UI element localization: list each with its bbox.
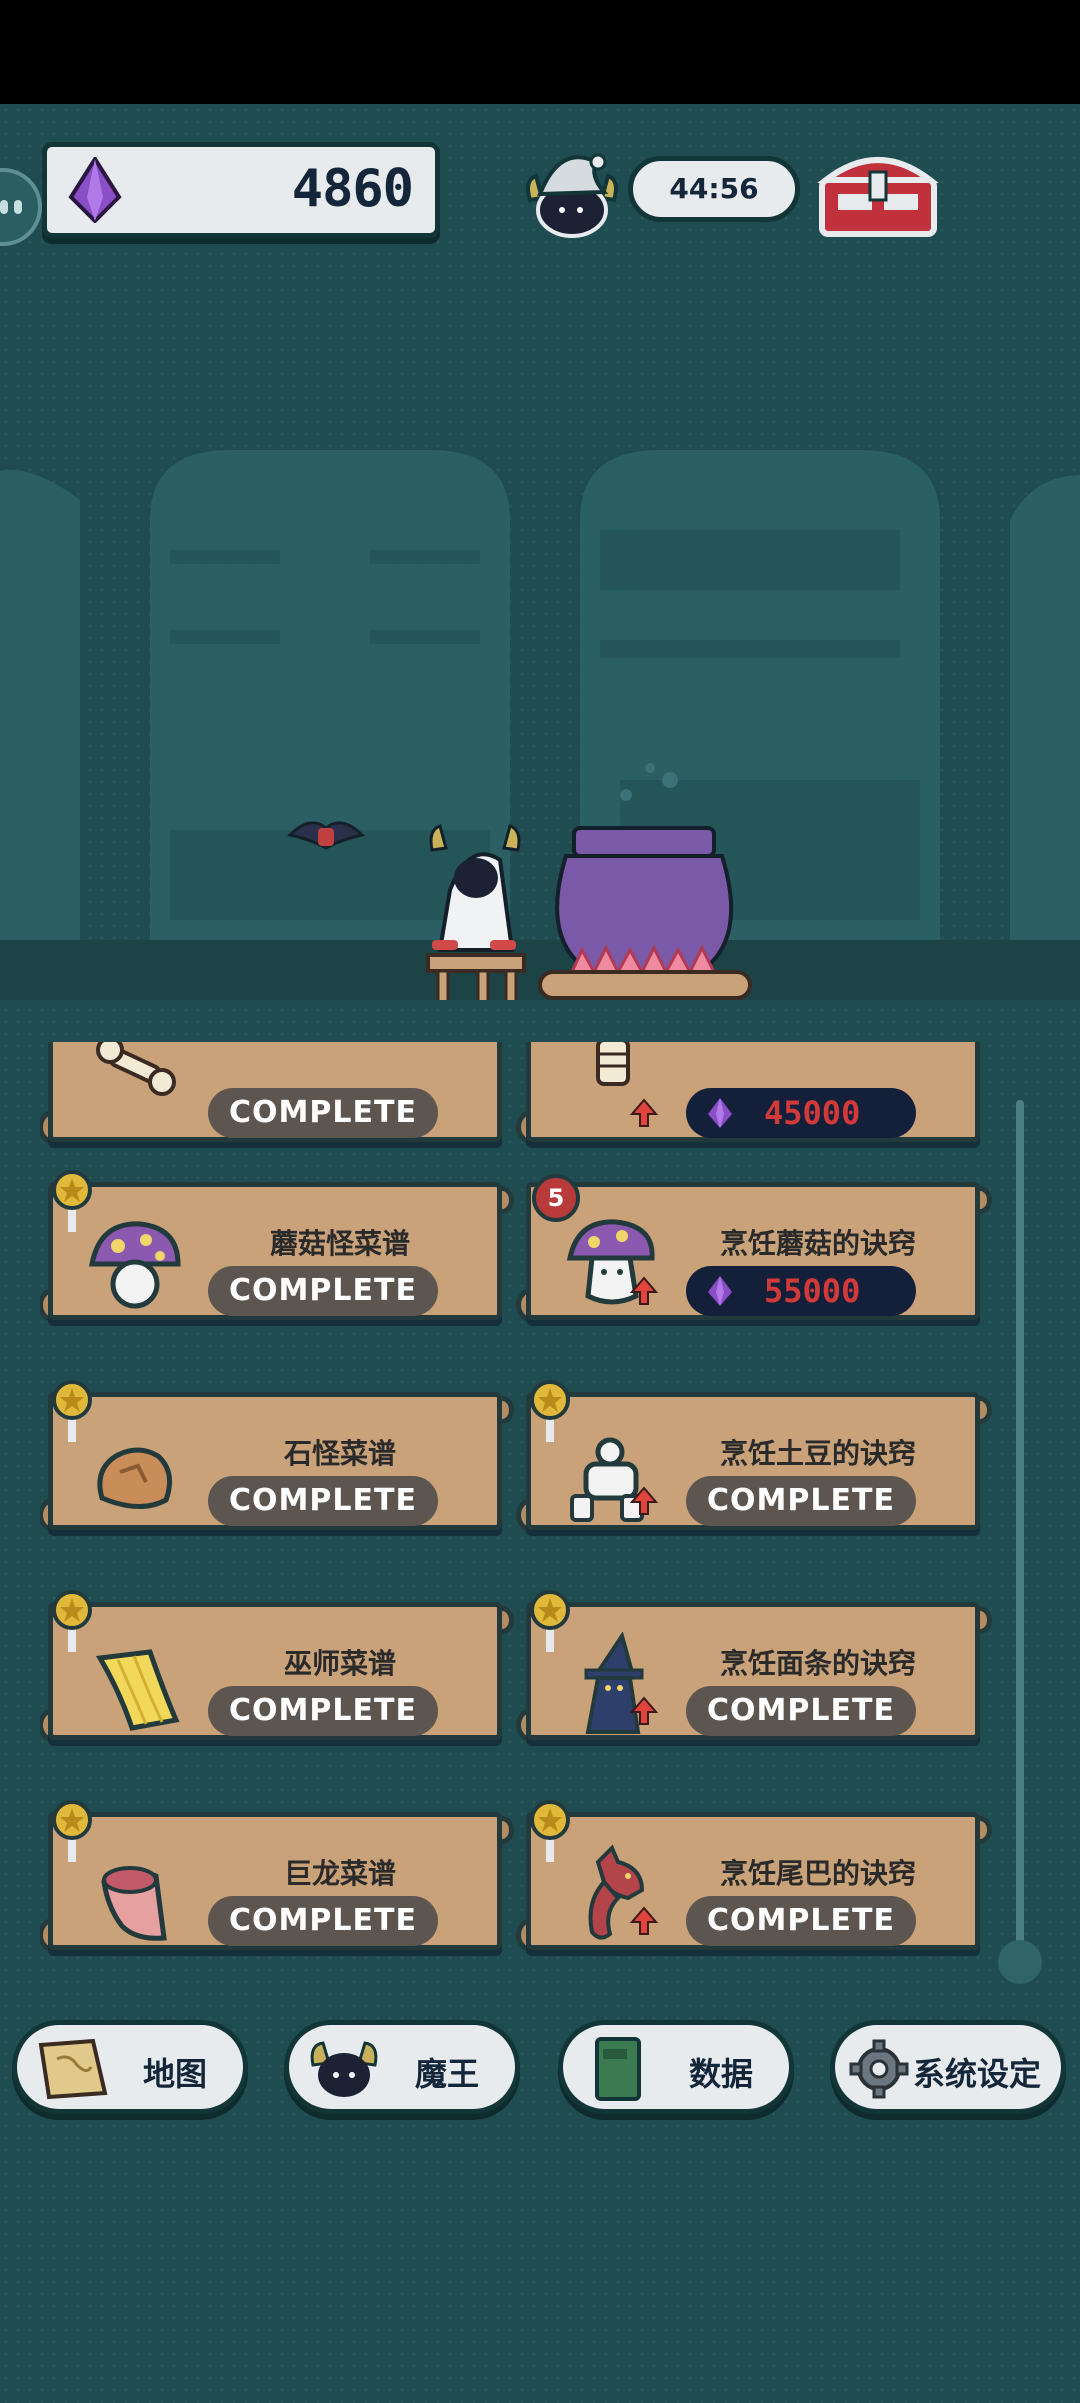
quest-title: 烹饪面条的诀窍 [719,1647,916,1680]
upgrade-arrow-icon [630,1696,658,1725]
quest-list[interactable]: COMPLETE 45000 蘑菇怪菜谱 COMPLETE 5 烹饪蘑菇的诀窍 … [40,1042,1000,1982]
gem-icon [708,1098,732,1128]
upgrade-arrow-icon [630,1906,658,1935]
quest-card-bone[interactable]: COMPLETE [40,1042,510,1150]
bone-icon [96,1042,176,1096]
rock-icon [97,1447,173,1510]
upgrade-arrow-icon [630,1098,658,1127]
quest-title: 烹饪蘑菇的诀窍 [719,1227,916,1260]
price-value: 45000 [764,1094,861,1132]
complete-status-button[interactable]: COMPLETE [208,1088,438,1138]
treasure-chest-icon[interactable] [816,144,940,238]
map-button[interactable]: 地图 [12,2020,248,2114]
kitchen-scene [0,450,1080,1000]
scrollbar-thumb[interactable] [998,1940,1042,1984]
demon-king-label: 魔王 [414,2055,479,2093]
quest-card-noodle-technique[interactable]: 烹饪面条的诀窍 COMPLETE [516,1588,992,1748]
gem-price-button[interactable]: 55000 [686,1266,916,1316]
quest-card-skeleton[interactable]: 45000 [516,1042,988,1150]
quest-card-rock[interactable]: 石怪菜谱 COMPLETE [40,1378,514,1538]
complete-status-button[interactable]: COMPLETE [208,1266,438,1316]
demon-king-button[interactable]: 魔王 [284,2020,520,2114]
quest-title: 烹饪尾巴的诀窍 [719,1857,916,1890]
quest-card-noodle[interactable]: 巫师菜谱 COMPLETE [40,1588,514,1748]
quest-title: 蘑菇怪菜谱 [269,1227,410,1260]
complete-status-button[interactable]: COMPLETE [208,1686,438,1736]
meat-icon [101,1866,167,1941]
quest-title: 烹饪土豆的诀窍 [719,1437,916,1470]
quest-card-dragon[interactable]: 巨龙菜谱 COMPLETE [40,1798,514,1958]
map-label: 地图 [142,2055,207,2093]
complete-status-button[interactable]: COMPLETE [686,1686,916,1736]
mushroom-icon [88,1221,181,1309]
price-value: 55000 [764,1272,861,1310]
complete-status-button[interactable]: COMPLETE [208,1476,438,1526]
quest-card-mushroom-technique[interactable]: 5 烹饪蘑菇的诀窍 55000 [516,1168,992,1328]
gem-icon [68,157,122,223]
demon-king-icon [310,2041,378,2097]
gem-count: 4860 [291,159,414,219]
book-icon [595,2037,641,2101]
map-icon [38,2038,108,2100]
gem-counter: 4860 [42,142,440,238]
demon-avatar-icon[interactable] [520,140,624,244]
scrollbar[interactable] [998,1100,1042,1984]
gem-icon [708,1276,732,1306]
gem-price-button[interactable]: 45000 [686,1088,916,1138]
gear-icon [849,2039,909,2099]
quest-title: 巫师菜谱 [283,1647,396,1680]
data-button[interactable]: 数据 [558,2020,794,2114]
data-label: 数据 [688,2055,753,2093]
complete-status-button[interactable]: COMPLETE [686,1896,916,1946]
timer: 44:56 [628,156,800,222]
quest-card-potato-technique[interactable]: 烹饪土豆的诀窍 COMPLETE [516,1378,992,1538]
settings-button[interactable]: 系统设定 [830,2020,1066,2114]
noodle-icon [95,1649,180,1731]
quest-title: 石怪菜谱 [283,1437,396,1470]
status-bar [0,0,1080,104]
settings-label: 系统设定 [912,2055,1041,2093]
quest-card-mushroom[interactable]: 蘑菇怪菜谱 COMPLETE [40,1168,514,1328]
complete-status-button[interactable]: COMPLETE [686,1476,916,1526]
quest-title: 巨龙菜谱 [283,1857,396,1890]
upgrade-arrow-icon [630,1486,658,1515]
upgrade-arrow-icon [630,1276,658,1305]
quest-card-tail-technique[interactable]: 烹饪尾巴的诀窍 COMPLETE [516,1798,992,1958]
complete-status-button[interactable]: COMPLETE [208,1896,438,1946]
